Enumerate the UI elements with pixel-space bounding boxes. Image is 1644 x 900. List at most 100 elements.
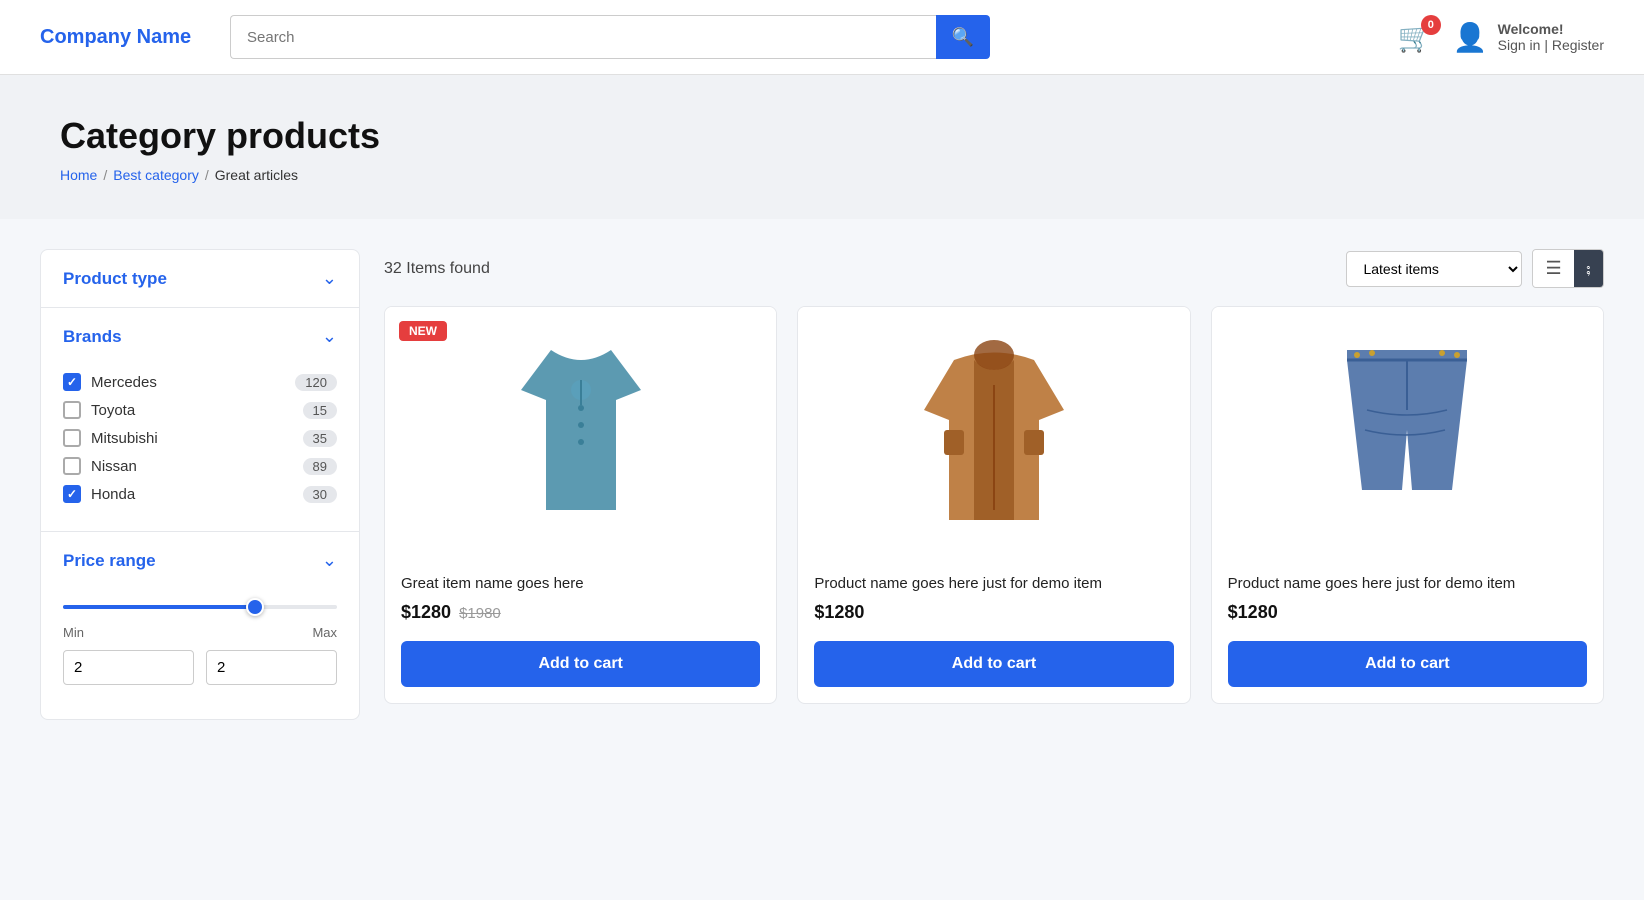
grid-view-button[interactable]: ⨟ [1574, 250, 1603, 287]
product-image-wrap: NEW [385, 307, 776, 557]
product-price: $1280 [814, 602, 864, 623]
brands-body: Mercedes 120 Toyota 15 Mitsubishi 35 Nis… [41, 365, 359, 531]
product-image [501, 330, 661, 535]
price-slider-fill [63, 605, 255, 609]
product-type-label: Product type [63, 269, 167, 289]
product-name: Product name goes here just for demo ite… [814, 573, 1173, 594]
list-view-button[interactable]: ☰ [1533, 250, 1573, 287]
items-found: 32 Items found [384, 260, 490, 278]
breadcrumb-home[interactable]: Home [60, 167, 97, 183]
company-name[interactable]: Company Name [40, 26, 200, 49]
add-to-cart-button[interactable]: Add to cart [1228, 641, 1587, 687]
breadcrumb-sep-1: / [103, 167, 107, 183]
brand-checkbox[interactable] [63, 485, 81, 503]
product-type-header[interactable]: Product type ⌄ [41, 250, 359, 307]
user-icon: 👤 [1453, 21, 1488, 54]
brand-count: 120 [295, 374, 337, 391]
header-right: 🛒 0 👤 Welcome! Sign in | Register [1398, 21, 1604, 54]
price-slider-track[interactable] [63, 605, 337, 609]
price-min-label: Min [63, 625, 84, 640]
sidebar: Product type ⌄ Brands ⌄ Mercedes 120 Toy… [40, 249, 360, 720]
brand-checkbox[interactable] [63, 429, 81, 447]
breadcrumb: Home / Best category / Great articles [60, 167, 1584, 183]
price-min-input[interactable] [63, 650, 194, 685]
brand-name: Nissan [91, 458, 137, 475]
search-bar: 🔍 [230, 15, 990, 59]
brand-item: Nissan 89 [63, 457, 337, 475]
brand-item: Mercedes 120 [63, 373, 337, 391]
product-card: Product name goes here just for demo ite… [1211, 306, 1604, 704]
breadcrumb-current: Great articles [215, 167, 298, 183]
brand-name: Mitsubishi [91, 430, 158, 447]
product-price: $1280 [401, 602, 451, 623]
product-card: Product name goes here just for demo ite… [797, 306, 1190, 704]
product-name: Product name goes here just for demo ite… [1228, 573, 1587, 594]
product-old-price: $1980 [459, 605, 501, 622]
product-image-wrap [1212, 307, 1603, 557]
brands-filter: Brands ⌄ Mercedes 120 Toyota 15 Mitsubis… [41, 308, 359, 532]
product-toolbar: 32 Items found Latest itemsPrice: Low to… [384, 249, 1604, 288]
price-range-label: Price range [63, 551, 156, 571]
price-max-input[interactable] [206, 650, 337, 685]
brands-header[interactable]: Brands ⌄ [41, 308, 359, 365]
brand-left: Honda [63, 485, 135, 503]
user-text: Welcome! Sign in | Register [1498, 21, 1604, 53]
price-range-header[interactable]: Price range ⌄ [41, 532, 359, 589]
brand-left: Toyota [63, 401, 135, 419]
breadcrumb-sep-2: / [205, 167, 209, 183]
product-grid: NEW Great item name goes here $1280 $198… [384, 306, 1604, 704]
cart-badge: 0 [1421, 15, 1441, 35]
add-to-cart-button[interactable]: Add to cart [814, 641, 1173, 687]
product-area: 32 Items found Latest itemsPrice: Low to… [384, 249, 1604, 704]
brand-item: Toyota 15 [63, 401, 337, 419]
welcome-text: Welcome! [1498, 21, 1604, 37]
brand-name: Honda [91, 486, 135, 503]
brand-item: Mitsubishi 35 [63, 429, 337, 447]
product-type-filter: Product type ⌄ [41, 250, 359, 308]
price-max-label: Max [312, 625, 337, 640]
search-button[interactable]: 🔍 [936, 15, 990, 59]
product-price-row: $1280 $1980 [401, 602, 760, 623]
brand-left: Mercedes [63, 373, 157, 391]
brand-left: Nissan [63, 457, 137, 475]
page-title: Category products [60, 115, 1584, 157]
price-range-filter: Price range ⌄ Min Max [41, 532, 359, 719]
product-price-row: $1280 [1228, 602, 1587, 623]
product-info: Product name goes here just for demo ite… [1212, 557, 1603, 703]
sort-select[interactable]: Latest itemsPrice: Low to HighPrice: Hig… [1346, 251, 1522, 287]
brand-count: 89 [303, 458, 337, 475]
price-inputs [63, 650, 337, 685]
brand-checkbox[interactable] [63, 457, 81, 475]
product-price-row: $1280 [814, 602, 1173, 623]
price-labels: Min Max [63, 625, 337, 640]
brand-name: Toyota [91, 402, 135, 419]
brand-checkbox[interactable] [63, 401, 81, 419]
cart-wrapper[interactable]: 🛒 0 [1398, 21, 1433, 54]
brand-count: 30 [303, 486, 337, 503]
brand-checkbox[interactable] [63, 373, 81, 391]
sign-in-register[interactable]: Sign in | Register [1498, 37, 1604, 53]
product-badge: NEW [399, 321, 447, 341]
price-range-chevron: ⌄ [322, 550, 337, 571]
price-slider-thumb[interactable] [246, 598, 264, 616]
user-area[interactable]: 👤 Welcome! Sign in | Register [1453, 21, 1604, 54]
brand-count: 15 [303, 402, 337, 419]
product-card: NEW Great item name goes here $1280 $198… [384, 306, 777, 704]
view-toggle: ☰ ⨟ [1532, 249, 1604, 288]
breadcrumb-best-category[interactable]: Best category [113, 167, 199, 183]
brand-item: Honda 30 [63, 485, 337, 503]
brands-label: Brands [63, 327, 122, 347]
product-price: $1280 [1228, 602, 1278, 623]
search-input[interactable] [230, 15, 936, 59]
product-image-wrap [798, 307, 1189, 557]
product-info: Product name goes here just for demo ite… [798, 557, 1189, 703]
product-info: Great item name goes here $1280 $1980 Ad… [385, 557, 776, 703]
product-image [1327, 330, 1487, 535]
price-slider-wrap: Min Max [63, 597, 337, 701]
toolbar-right: Latest itemsPrice: Low to HighPrice: Hig… [1346, 249, 1604, 288]
brand-count: 35 [303, 430, 337, 447]
add-to-cart-button[interactable]: Add to cart [401, 641, 760, 687]
brands-chevron: ⌄ [322, 326, 337, 347]
product-type-chevron: ⌄ [322, 268, 337, 289]
main-layout: Product type ⌄ Brands ⌄ Mercedes 120 Toy… [0, 219, 1644, 750]
